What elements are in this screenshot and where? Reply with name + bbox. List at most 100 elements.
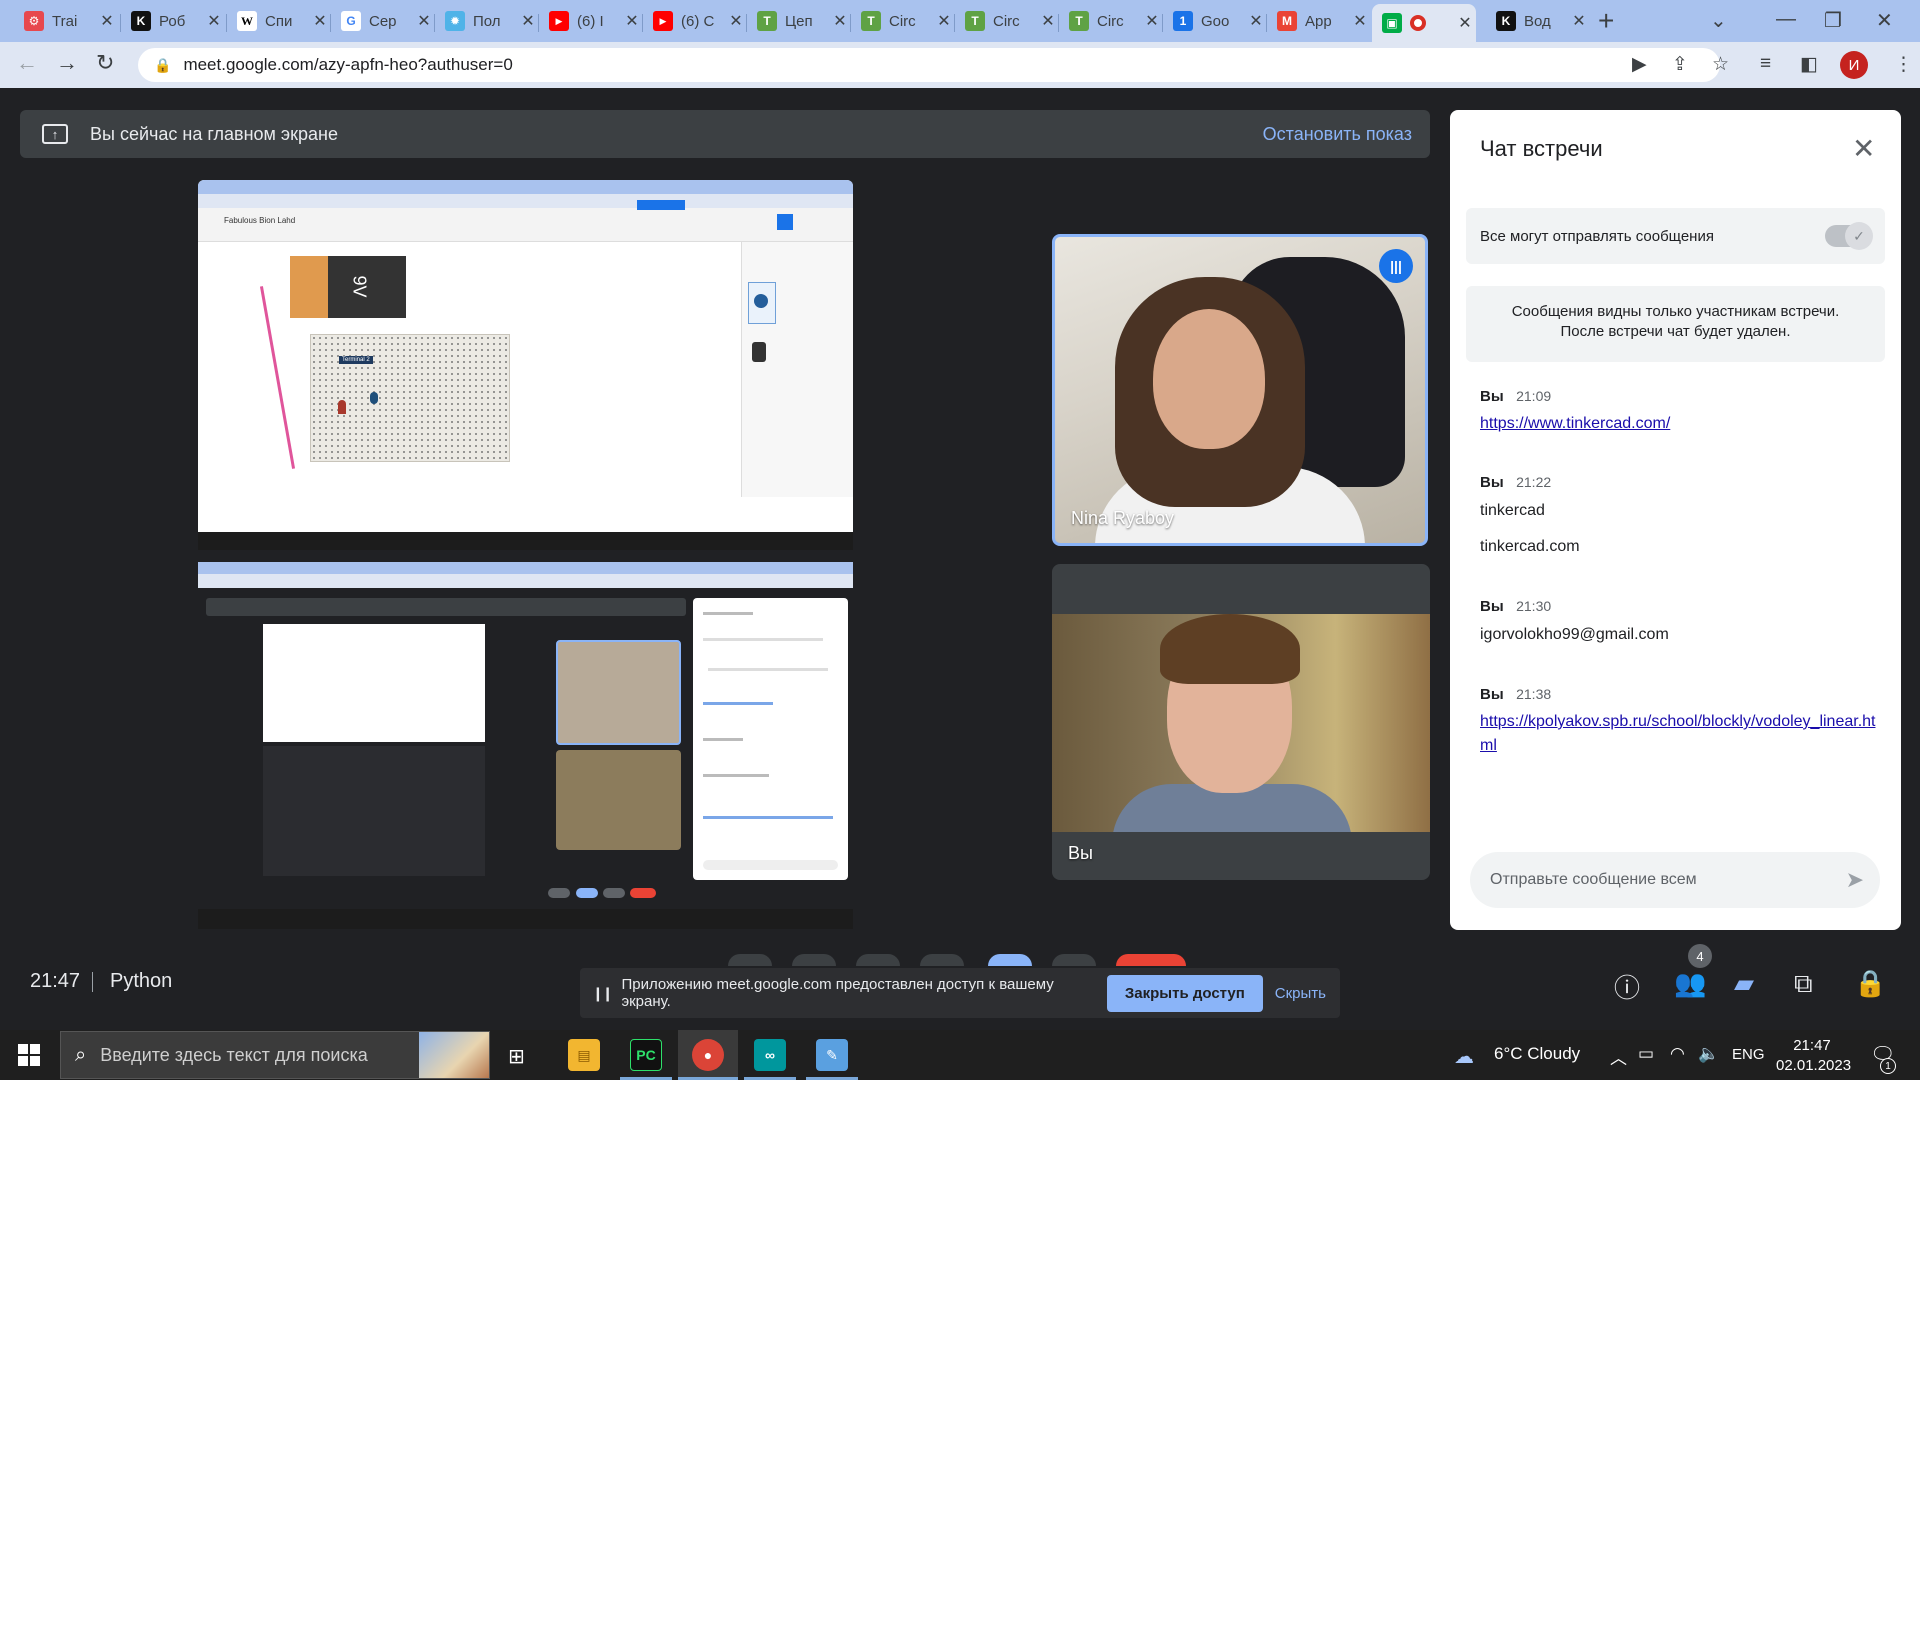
present-button[interactable] — [988, 954, 1032, 966]
close-icon[interactable]: ✕ — [1568, 11, 1590, 31]
address-bar[interactable]: 🔒 meet.google.com/azy-apfn-heo?authuser=… — [138, 48, 1720, 82]
button-component — [370, 392, 378, 404]
video-face — [1153, 309, 1265, 449]
close-icon[interactable]: ✕ — [203, 11, 225, 31]
pycharm-icon[interactable]: PC — [630, 1039, 662, 1071]
bookmark-star-icon[interactable]: ☆ — [1712, 53, 1729, 76]
restore-icon[interactable]: ❐ — [1824, 8, 1842, 33]
windows-start-icon[interactable] — [18, 1044, 40, 1066]
browser-tab[interactable]: K Вод ✕ — [1486, 4, 1590, 38]
host-controls-icon[interactable]: 🔒 — [1854, 968, 1886, 999]
browser-tab[interactable]: ▶ (6) I ✕ — [539, 4, 643, 38]
close-icon[interactable]: ✕ — [1852, 132, 1875, 165]
close-icon[interactable]: ✕ — [1454, 13, 1476, 33]
info-icon[interactable]: ⓘ — [1614, 968, 1640, 1005]
browser-tab[interactable]: K Роб ✕ — [121, 4, 225, 38]
taskbar-search-input[interactable]: ⌕ Введите здесь текст для поиска — [60, 1031, 490, 1079]
reload-icon[interactable]: ↻ — [96, 50, 114, 76]
media-control-icon[interactable]: ≡ — [1760, 53, 1771, 75]
close-icon[interactable]: ✕ — [309, 11, 331, 31]
file-explorer-icon[interactable]: ▤ — [568, 1039, 600, 1071]
breadboard — [310, 334, 510, 462]
arduino-icon[interactable]: ∞ — [754, 1039, 786, 1071]
minimize-icon[interactable]: — — [1776, 8, 1796, 31]
raise-hand-button[interactable] — [920, 954, 964, 966]
mini-view-button — [777, 214, 793, 230]
browser-tab[interactable]: T Circ ✕ — [955, 4, 1059, 38]
camera-button[interactable] — [792, 954, 836, 966]
close-access-button[interactable]: Закрыть доступ — [1106, 974, 1263, 1012]
battery-icon[interactable]: ▭ — [1638, 1044, 1654, 1064]
browser-tab[interactable]: T Цеп ✕ — [747, 4, 851, 38]
clock[interactable]: 21:47 02.01.2023 — [1776, 1036, 1851, 1076]
close-icon[interactable]: ✕ — [96, 11, 118, 31]
close-icon[interactable]: ✕ — [1349, 11, 1371, 31]
stop-presenting-button[interactable]: Остановить показ — [1263, 124, 1412, 145]
volume-icon[interactable]: 🔈 — [1698, 1044, 1719, 1064]
chat-permission-toggle[interactable]: ✓ — [1825, 222, 1873, 250]
participant-tile[interactable]: ||| Nina Ryaboy — [1052, 234, 1428, 546]
message-link[interactable]: https://www.tinkercad.com/ — [1480, 412, 1880, 436]
avatar[interactable]: И — [1840, 51, 1868, 79]
browser-tab[interactable]: T Circ ✕ — [851, 4, 955, 38]
pause-icon: ❙❙ — [592, 984, 614, 1001]
browser-tab[interactable]: ▶ (6) С ✕ — [643, 4, 747, 38]
component-thumb-icon — [752, 342, 766, 362]
task-view-icon[interactable]: ⊞ — [508, 1044, 525, 1069]
self-tile[interactable]: Вы — [1052, 564, 1430, 880]
mic-button[interactable] — [728, 954, 772, 966]
message-author: Вы — [1480, 388, 1504, 405]
chrome-icon[interactable]: ● — [692, 1039, 724, 1071]
close-icon[interactable]: ✕ — [933, 11, 955, 31]
send-icon[interactable]: ➤ — [1846, 867, 1864, 893]
close-icon[interactable]: ✕ — [829, 11, 851, 31]
wifi-icon[interactable]: ◠ — [1670, 1044, 1685, 1064]
chat-message-input[interactable]: Отправьте сообщение всем ➤ — [1470, 852, 1880, 908]
close-icon[interactable]: ✕ — [725, 11, 747, 31]
people-icon[interactable]: 👥 — [1674, 968, 1706, 999]
browser-tab[interactable]: ✹ Пол ✕ — [435, 4, 539, 38]
participant-name: Вы — [1068, 843, 1093, 863]
language-indicator[interactable]: ENG — [1732, 1046, 1765, 1063]
activities-icon[interactable]: ⧉ — [1794, 968, 1813, 1000]
tinkercad-icon: T — [861, 11, 881, 31]
browser-tab[interactable]: W Спи ✕ — [227, 4, 331, 38]
browser-tab[interactable]: G Сер ✕ — [331, 4, 435, 38]
share-icon[interactable]: ⇪ — [1672, 53, 1688, 76]
paint-icon[interactable]: ✎ — [816, 1039, 848, 1071]
rec-line — [703, 738, 743, 741]
browser-tab[interactable]: ⚙ Trai ✕ — [14, 4, 118, 38]
close-window-icon[interactable]: ✕ — [1876, 8, 1893, 33]
browser-tab-active[interactable]: ▣ ✕ — [1372, 4, 1476, 42]
menu-icon[interactable]: ⋮ — [1894, 53, 1913, 76]
weather-text[interactable]: 6°C Cloudy — [1494, 1044, 1580, 1064]
browser-tab[interactable]: M App ✕ — [1267, 4, 1371, 38]
more-options-button[interactable] — [1052, 954, 1096, 966]
close-icon[interactable]: ✕ — [1141, 11, 1163, 31]
rec-control — [630, 888, 656, 898]
side-panel-icon[interactable]: ◧ — [1800, 53, 1818, 76]
chat-icon[interactable]: ▰ — [1734, 968, 1754, 999]
camera-icon[interactable]: ▶ — [1632, 53, 1647, 76]
close-icon[interactable]: ✕ — [1245, 11, 1267, 31]
tab-label: (6) С — [681, 12, 715, 30]
message-time: 21:22 — [1516, 474, 1552, 490]
close-icon[interactable]: ✕ — [621, 11, 643, 31]
leave-call-button[interactable] — [1116, 954, 1186, 966]
close-icon[interactable]: ✕ — [413, 11, 435, 31]
shared-screen: Fabulous Bion Lahd 9V Terminal 2 — [198, 180, 853, 929]
browser-tab[interactable]: T Circ ✕ — [1059, 4, 1163, 38]
close-icon[interactable]: ✕ — [1037, 11, 1059, 31]
back-icon[interactable]: ← — [16, 50, 38, 76]
close-icon[interactable]: ✕ — [517, 11, 539, 31]
new-tab-button[interactable]: + — [1598, 6, 1614, 36]
hide-button[interactable]: Скрыть — [1275, 985, 1326, 1002]
message-link[interactable]: https://kpolyakov.spb.ru/school/blockly/… — [1480, 710, 1880, 758]
forward-icon[interactable]: → — [56, 50, 78, 76]
captions-button[interactable] — [856, 954, 900, 966]
browser-tab[interactable]: 1 Goo ✕ — [1163, 4, 1267, 38]
tab-search-icon[interactable]: ⌄ — [1710, 8, 1727, 33]
app-running-indicator — [744, 1077, 796, 1080]
tab-label: Цеп — [785, 12, 813, 30]
chevron-up-icon[interactable]: ︿ — [1610, 1044, 1627, 1069]
